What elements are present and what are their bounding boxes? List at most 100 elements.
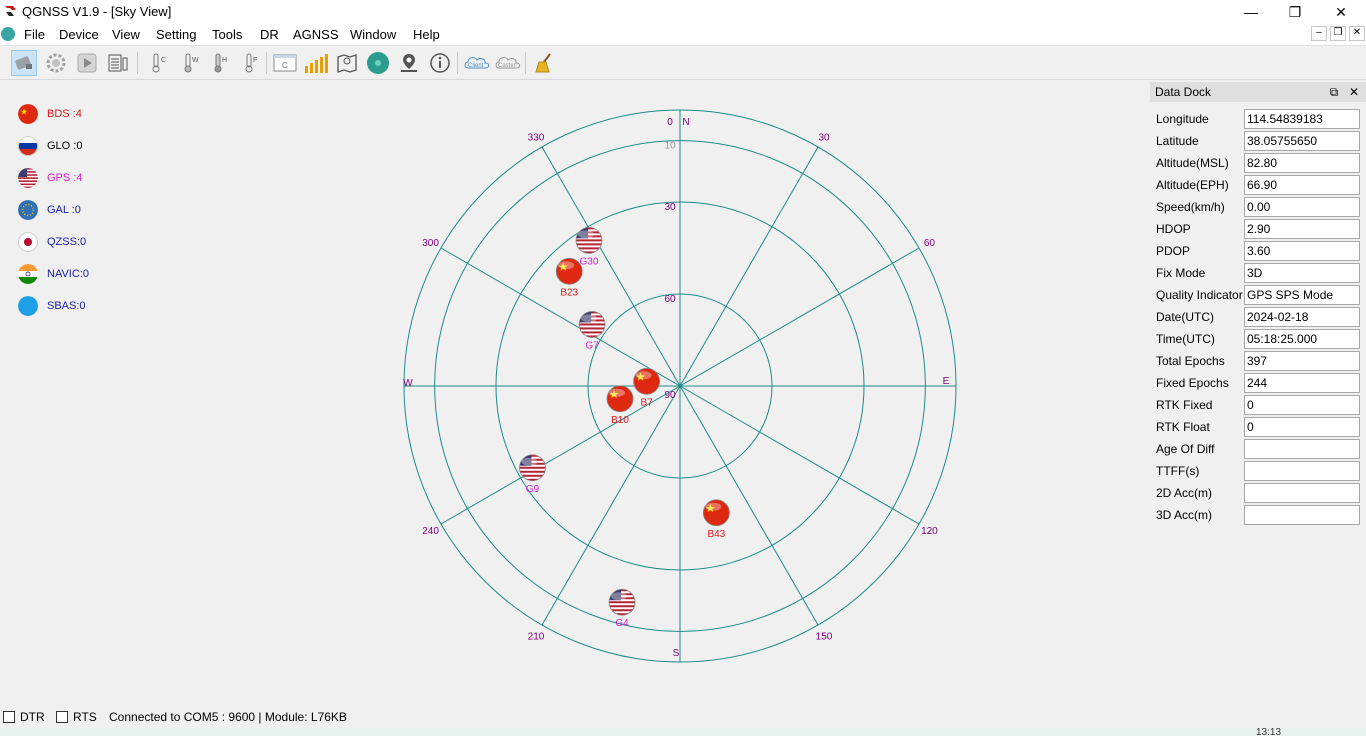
india-flag-icon xyxy=(18,264,38,284)
dock-row: 3D Acc(m) xyxy=(1150,504,1366,526)
menu-window[interactable]: Window xyxy=(350,27,396,42)
cardinal-s: S xyxy=(673,648,680,659)
toolbar-separator xyxy=(137,52,138,74)
minimize-button[interactable]: — xyxy=(1228,0,1274,24)
satellite-marker[interactable]: B7 xyxy=(633,367,660,408)
menu-tools[interactable]: Tools xyxy=(212,27,242,42)
dock-row: Speed(km/h) 0.00 xyxy=(1150,196,1366,218)
dock-field-value[interactable] xyxy=(1244,439,1360,459)
menu-dr[interactable]: DR xyxy=(260,27,279,42)
mdi-close-button[interactable]: ✕ xyxy=(1349,26,1365,41)
mdi-minimize-button[interactable]: – xyxy=(1311,26,1327,41)
maximize-button[interactable]: ❐ xyxy=(1272,0,1318,24)
data-dock-title: Data Dock xyxy=(1155,85,1212,99)
location-pin-button[interactable] xyxy=(396,50,422,76)
menu-view[interactable]: View xyxy=(112,27,140,42)
dock-field-value[interactable] xyxy=(1244,461,1360,481)
play-button[interactable] xyxy=(74,50,100,76)
legend-glo-label: GLO :0 xyxy=(47,140,83,152)
sky-view-button[interactable] xyxy=(365,50,391,76)
dtr-checkbox[interactable] xyxy=(3,711,15,723)
satellite-label: G30 xyxy=(580,256,599,267)
connect-button[interactable] xyxy=(11,50,37,76)
satellite-gloss xyxy=(609,388,626,397)
document-system-menu-icon[interactable] xyxy=(1,27,15,41)
azimuth-label-0: 0 xyxy=(667,117,673,128)
mdi-restore-button[interactable]: ❐ xyxy=(1330,26,1346,41)
dock-field-label: Date(UTC) xyxy=(1156,310,1215,324)
dock-row: Time(UTC) 05:18:25.000 xyxy=(1150,328,1366,350)
logger-icon xyxy=(108,54,128,72)
satellite-marker[interactable]: B10 xyxy=(606,385,634,426)
satellite-marker[interactable]: B43 xyxy=(702,499,730,540)
dock-field-value[interactable]: 3D xyxy=(1244,263,1360,283)
logger-button[interactable] xyxy=(105,50,131,76)
menu-help[interactable]: Help xyxy=(413,27,440,42)
dock-field-value[interactable]: 0 xyxy=(1244,395,1360,415)
clear-button[interactable] xyxy=(531,50,557,76)
legend-bds: BDS :4 xyxy=(18,104,138,124)
azimuth-label-120: 120 xyxy=(921,526,938,537)
azimuth-label-300: 300 xyxy=(422,238,439,249)
dock-close-button[interactable]: ✕ xyxy=(1346,84,1362,100)
dock-field-value[interactable]: 397 xyxy=(1244,351,1360,371)
dock-field-value[interactable]: 244 xyxy=(1244,373,1360,393)
location-pin-icon xyxy=(401,54,417,72)
satellite-marker[interactable]: G9 xyxy=(519,454,546,495)
dock-field-value[interactable]: 66.90 xyxy=(1244,175,1360,195)
console-button[interactable]: C xyxy=(272,50,298,76)
satellite-marker[interactable]: B23 xyxy=(555,257,583,298)
dock-float-button[interactable]: ⧉ xyxy=(1326,84,1342,100)
dock-field-value[interactable]: 114.54839183 xyxy=(1244,109,1360,129)
factory-start-button[interactable]: F xyxy=(237,50,263,76)
dock-field-value[interactable]: 05:18:25.000 xyxy=(1244,329,1360,349)
ntrip-client-button[interactable]: Client xyxy=(463,50,491,76)
satellite-marker[interactable]: G7 xyxy=(578,311,606,351)
dock-field-value[interactable]: GPS SPS Mode xyxy=(1244,285,1360,305)
azimuth-label-240: 240 xyxy=(422,526,439,537)
dock-field-value[interactable]: 82.80 xyxy=(1244,153,1360,173)
connection-status: Connected to COM5 : 9600 | Module: L76KB xyxy=(109,710,347,724)
ntrip-caster-button[interactable]: Caster xyxy=(494,50,522,76)
japan-flag-icon xyxy=(18,232,38,252)
qgnss-logo-icon xyxy=(5,6,16,16)
dock-field-value[interactable]: 2.90 xyxy=(1244,219,1360,239)
dock-field-value[interactable]: 3.60 xyxy=(1244,241,1360,261)
satellite-label: G7 xyxy=(585,340,599,351)
dock-field-label: Quality Indicator xyxy=(1156,288,1243,302)
menu-file[interactable]: File xyxy=(24,27,45,42)
signal-bars-button[interactable] xyxy=(303,50,329,76)
satellite-marker[interactable]: G30 xyxy=(575,226,603,267)
dock-field-value[interactable]: 2024-02-18 xyxy=(1244,307,1360,327)
sky-grid xyxy=(403,109,957,663)
info-button[interactable] xyxy=(427,50,453,76)
map-icon xyxy=(337,54,357,73)
close-icon: ✕ xyxy=(1348,85,1360,99)
map-button[interactable] xyxy=(334,50,360,76)
dock-field-value[interactable]: 0 xyxy=(1244,417,1360,437)
hot-start-button[interactable]: H xyxy=(206,50,232,76)
azimuth-spoke xyxy=(679,247,920,387)
dock-row: Fixed Epochs 244 xyxy=(1150,372,1366,394)
close-window-button[interactable]: ✕ xyxy=(1318,0,1364,24)
taskbar-strip xyxy=(0,728,1366,736)
legend-bds-label: BDS :4 xyxy=(47,108,82,120)
dock-field-value[interactable]: 38.05755650 xyxy=(1244,131,1360,151)
dock-field-label: Altitude(EPH) xyxy=(1156,178,1229,192)
menu-agnss[interactable]: AGNSS xyxy=(293,27,339,42)
dock-field-value[interactable]: 0.00 xyxy=(1244,197,1360,217)
warm-start-button[interactable]: W xyxy=(176,50,202,76)
rts-checkbox[interactable] xyxy=(56,711,68,723)
dock-field-value[interactable] xyxy=(1244,505,1360,525)
cold-start-button[interactable]: C xyxy=(144,50,170,76)
menu-device[interactable]: Device xyxy=(59,27,99,42)
settings-button[interactable] xyxy=(43,50,69,76)
cold-start-icon: C xyxy=(152,53,166,73)
menu-setting[interactable]: Setting xyxy=(156,27,196,42)
dock-field-value[interactable] xyxy=(1244,483,1360,503)
ntrip-client-icon: Client xyxy=(464,57,490,69)
elevation-label-10: 10 xyxy=(664,141,676,152)
satellite-marker[interactable]: G4 xyxy=(608,588,636,629)
settings-gear-icon xyxy=(46,53,66,73)
dtr-label: DTR xyxy=(20,710,45,724)
